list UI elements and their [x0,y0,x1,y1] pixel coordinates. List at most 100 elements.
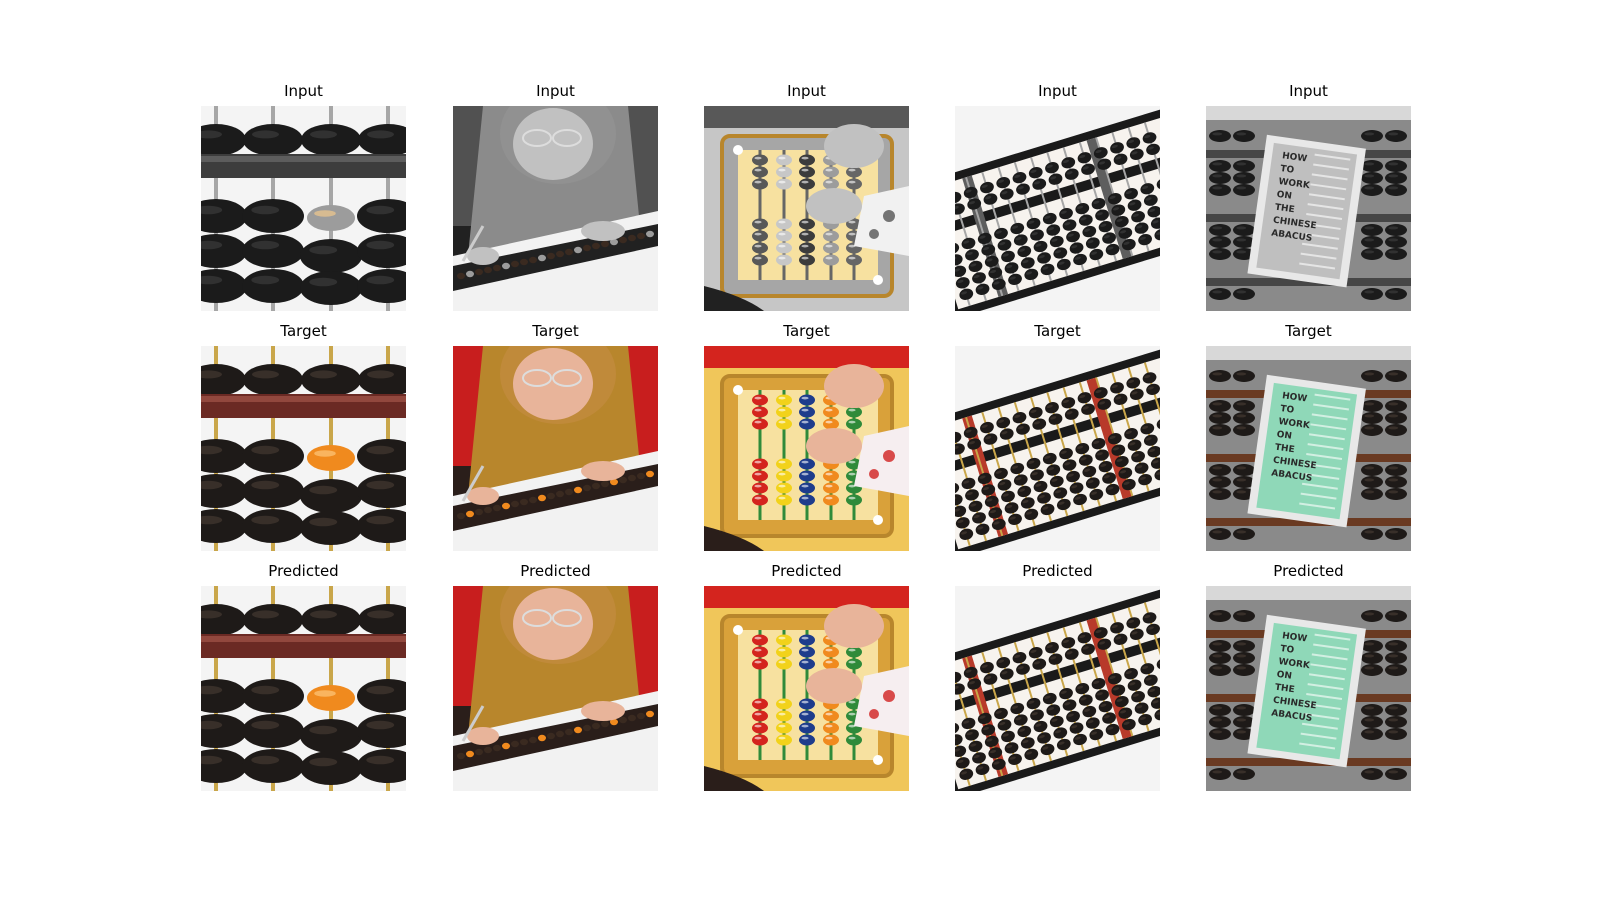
hand [824,604,884,648]
bead-highlight [1212,490,1223,494]
bead [776,406,792,418]
bead [628,474,636,482]
panel-title: Predicted [520,562,591,580]
bead-highlight [1364,490,1375,494]
bead-highlight [1236,162,1247,166]
bead [307,685,355,711]
book-title-line: ON [1276,190,1292,202]
bead [1233,768,1255,780]
face [513,588,593,660]
bead-highlight [778,256,786,260]
bead-highlight [778,736,786,740]
bead [502,502,510,510]
bead-highlight [1364,478,1375,482]
bead [1361,412,1383,424]
bead [799,494,815,506]
bead [637,712,645,720]
bead [823,254,839,266]
bead [846,178,862,190]
bead [1385,370,1407,382]
bead-highlight [1212,402,1223,406]
bead [307,205,355,231]
bead-highlight [848,256,856,260]
bead [1209,704,1231,716]
book: HOWTOWORKONTHECHINESEABACUS [1247,614,1366,768]
bead-highlight [1388,290,1399,294]
bead [1361,652,1383,664]
bead-highlight [778,484,786,488]
bead-highlight [309,245,338,255]
panel-image [704,586,909,791]
bead-highlight [1236,372,1247,376]
bead [776,178,792,190]
bead [776,154,792,166]
bead-highlight [1364,402,1375,406]
bead-highlight [754,496,762,500]
bead-highlight [1212,718,1223,722]
bead-highlight [1236,530,1247,534]
bead-highlight [1236,706,1247,710]
bead-highlight [251,205,280,215]
bead [823,494,839,506]
bead-highlight [1364,706,1375,710]
bead-highlight [366,685,395,695]
bead [1233,652,1255,664]
bead-highlight [778,220,786,224]
grid-cell: Target [704,320,909,551]
bead-highlight [754,420,762,424]
bead-highlight [754,460,762,464]
bead-highlight [801,396,809,400]
bead-highlight [1212,238,1223,242]
photo-abacus-closeup [201,106,406,311]
bead [1233,640,1255,652]
bead-highlight [1364,718,1375,722]
book-face [1256,382,1358,520]
bead [592,242,600,250]
bead [242,269,304,303]
grid-cell: Input [453,80,658,311]
bead-highlight [1236,490,1247,494]
bead [776,658,792,670]
bead-highlight [778,660,786,664]
bead-highlight [252,610,279,619]
bead-highlight [825,180,833,184]
grid-cell: Predicted [955,560,1160,791]
bead-highlight [1388,654,1399,658]
bead-highlight [801,484,809,488]
bead [1209,652,1231,664]
bead [1385,640,1407,652]
bead [1385,610,1407,622]
panel-title: Input [1289,82,1328,100]
bead-highlight [1236,642,1247,646]
bead-highlight [825,724,833,728]
bead [637,232,645,240]
bead-highlight [1364,250,1375,254]
bead [776,394,792,406]
bead [846,406,862,418]
bead [1209,184,1231,196]
panel-image [955,586,1160,791]
bead-highlight [1364,414,1375,418]
bead [1209,412,1231,424]
panel-image [704,106,909,311]
bead-highlight [1236,132,1247,136]
bead-highlight [1236,186,1247,190]
panel-image: HOW TO WORK ON THE CHINESE ABACUS [1206,586,1411,791]
grid-cell: Predicted [453,560,658,791]
hand [824,124,884,168]
bead-highlight [251,685,280,695]
bead [799,218,815,230]
bead-highlight [309,757,338,767]
bead [592,722,600,730]
bead [1361,400,1383,412]
bead [799,646,815,658]
photo-abacus-closeup [201,346,406,551]
bead-highlight [314,690,336,697]
bead [242,714,304,748]
bead-highlight [1236,466,1247,470]
bead [846,494,862,506]
bead-highlight [310,370,337,379]
bead-highlight [1364,162,1375,166]
bead-highlight [1364,372,1375,376]
bead [823,482,839,494]
